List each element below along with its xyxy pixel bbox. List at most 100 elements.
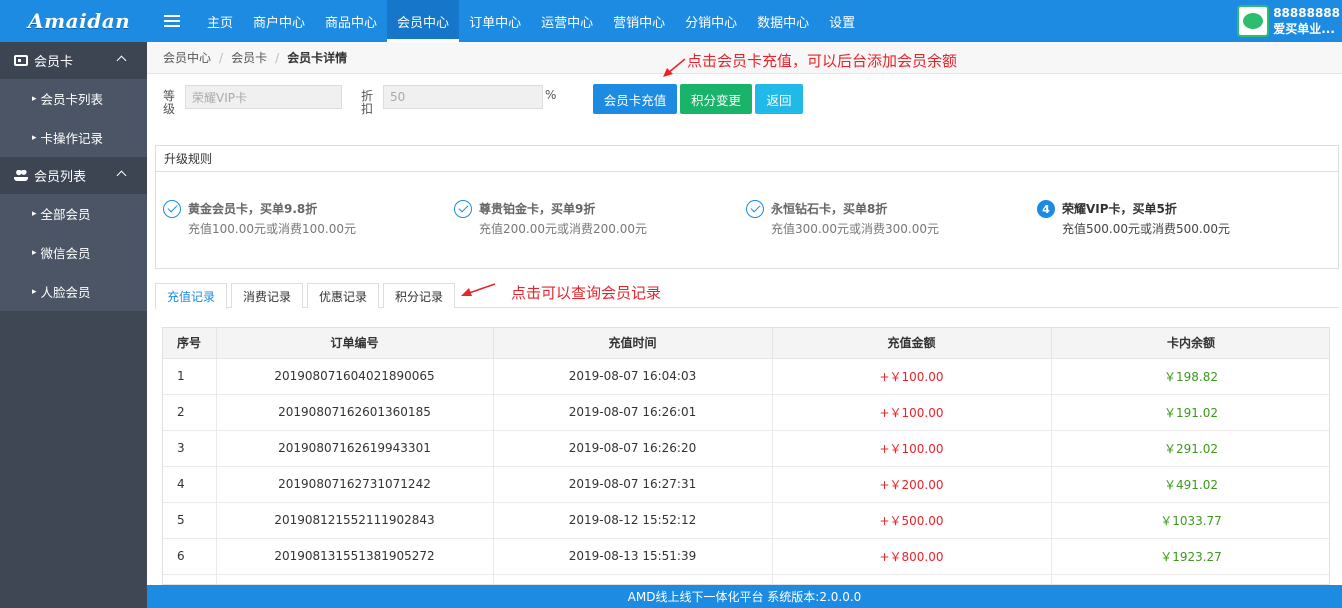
table-row <box>163 574 1329 584</box>
upgrade-step-desc: 充值300.00元或消费300.00元 <box>771 222 939 236</box>
avatar[interactable] <box>1237 5 1270 37</box>
record-tabs: 充值记录 消费记录 优惠记录 积分记录 <box>155 283 1339 309</box>
recharge-hint: 点击会员卡充值，可以后台添加会员余额 <box>687 52 958 70</box>
points-change-button[interactable]: 积分变更 <box>680 84 752 114</box>
tab-0[interactable]: 充值记录 <box>155 283 228 309</box>
users-icon <box>14 170 28 181</box>
table-cell <box>772 574 1052 584</box>
top-navbar: Amaidan 主页 商户中心 商品中心 会员中心 订单中心 运营中心 营销中心 分销中心 数据… <box>0 0 1342 42</box>
recharge-button[interactable]: 会员卡充值 <box>593 84 677 114</box>
level-input[interactable] <box>185 85 342 109</box>
annotation-arrow-icon <box>461 283 496 296</box>
sidebar-item-0-1[interactable]: ▸ 卡操作记录 <box>0 118 147 157</box>
sidebar-group-0[interactable]: 会员卡 <box>0 42 147 79</box>
nav-item-8[interactable]: 数据中心 <box>747 0 819 42</box>
breadcrumb-member-card[interactable]: 会员卡 <box>231 49 267 66</box>
table-cell: ￥291.02 <box>1051 430 1329 467</box>
table-cell: 2019-08-07 16:26:20 <box>493 430 773 467</box>
table-row: 6 201908131551381905272 2019-08-13 15:51:3… <box>163 538 1329 575</box>
tab-1[interactable]: 消费记录 <box>231 283 304 308</box>
table-cell: 201908071604021890065 <box>216 358 494 395</box>
table-row: 3 20190807162619943301 2019-08-07 16:26:20… <box>163 430 1329 467</box>
table-cell <box>493 574 773 584</box>
main-content: 会员中心 / 会员卡 / 会员卡详情 等级 折扣 % 会员卡充值 积分变更 返回… <box>147 42 1342 585</box>
table-cell: 4 <box>163 466 217 503</box>
sidebar-item-label: 卡操作记录 <box>40 131 104 146</box>
discount-label: 折扣 <box>361 89 374 116</box>
caret-right-icon: ▸ <box>32 208 37 219</box>
table-cell: +￥100.00 <box>772 394 1052 431</box>
back-button[interactable]: 返回 <box>755 84 803 114</box>
sidebar: 会员卡 ▸ 会员卡列表 ▸ 卡操作记录 会员列表 ▸ 全部会员 ▸ 微信会员 ▸ 人脸会员 <box>0 42 147 608</box>
check-circle-icon <box>454 200 472 218</box>
upgrade-step-title: 尊贵铂金卡，买单9折 <box>479 202 596 216</box>
upgrade-step-title: 荣耀VIP卡，买单5折 <box>1062 202 1177 216</box>
table-cell: ￥1033.77 <box>1051 502 1329 539</box>
upgrade-step-2: 尊贵铂金卡，买单9折充值200.00元或消费200.00元 <box>454 199 647 239</box>
sidebar-group-label: 会员卡 <box>34 55 74 70</box>
nav-item-9[interactable]: 设置 <box>819 0 865 42</box>
tab-2[interactable]: 优惠记录 <box>307 283 380 308</box>
recharge-records-table: 序号 订单编号 充值时间 充值金额 卡内余额 1 20190807160402189006… <box>162 327 1330 585</box>
nav-item-1[interactable]: 商户中心 <box>243 0 315 42</box>
table-cell: ￥191.02 <box>1051 394 1329 431</box>
nav-item-0[interactable]: 主页 <box>197 0 243 42</box>
table-cell <box>163 574 217 584</box>
user-name: 爱买单业... <box>1273 22 1335 36</box>
table-cell <box>216 574 494 584</box>
sidebar-item-0-0[interactable]: ▸ 会员卡列表 <box>0 79 147 118</box>
column-header: 订单编号 <box>216 328 494 359</box>
upgrade-step-3: 永恒钻石卡，买单8折 充值300.00元或消费300.00元 <box>746 199 939 239</box>
upgrade-step-desc: 充值100.00元或消费100.00元 <box>188 222 356 236</box>
nav-item-6[interactable]: 营销中心 <box>603 0 675 42</box>
sidebar-item-label: 会员卡列表 <box>40 92 104 107</box>
main-nav: 主页 商户中心 商品中心 会员中心 订单中心 运营中心 营销中心 分销中心 数据中心 设置 <box>197 0 865 42</box>
breadcrumb-current: 会员卡详情 <box>287 51 348 65</box>
brand-logo[interactable]: Amaidan <box>0 0 147 42</box>
table-cell: 2019-08-13 15:51:39 <box>493 538 773 575</box>
sidebar-group-1[interactable]: 会员列表 <box>0 157 147 194</box>
table-cell: 2 <box>163 394 217 431</box>
breadcrumb-member-center[interactable]: 会员中心 <box>163 49 211 66</box>
table-cell: 20190807162731071242 <box>216 466 494 503</box>
upgrade-step-desc: 充值500.00元或消费500.00元 <box>1062 222 1230 236</box>
sidebar-item-label: 微信会员 <box>40 246 91 261</box>
user-id: 88888888 <box>1273 6 1340 20</box>
upgrade-step-desc: 充值200.00元或消费200.00元 <box>479 222 647 236</box>
table-cell: 6 <box>163 538 217 575</box>
caret-right-icon: ▸ <box>32 132 37 143</box>
upgrade-step-1: 黄金会员卡，买单9.8折充值100.00元或消费100.00元 <box>163 199 356 239</box>
upgrade-step-title: 黄金会员卡，买单9.8折 <box>188 202 318 216</box>
sidebar-item-1-0[interactable]: ▸ 全部会员 <box>0 194 147 233</box>
table-cell: +￥800.00 <box>772 538 1052 575</box>
nav-item-5[interactable]: 运营中心 <box>531 0 603 42</box>
discount-input[interactable] <box>383 85 543 109</box>
check-circle-icon <box>163 200 181 218</box>
tab-3[interactable]: 积分记录 <box>383 283 456 308</box>
column-header: 充值金额 <box>772 328 1052 359</box>
table-row: 1 201908071604021890065 2019-08-07 16:04:0… <box>163 358 1329 395</box>
table-cell: 3 <box>163 430 217 467</box>
table-cell: 201908121552111902843 <box>216 502 494 539</box>
nav-item-2[interactable]: 商品中心 <box>315 0 387 42</box>
table-cell: 2019-08-07 16:26:01 <box>493 394 773 431</box>
sidebar-item-1-1[interactable]: ▸ 微信会员 <box>0 233 147 272</box>
upgrade-rules-panel: 升级规则 黄金会员卡，买单9.8折 充值100.00元或消费100.00元 尊贵铂金… <box>155 145 1339 269</box>
table-cell: 20190807162619943301 <box>216 430 494 467</box>
caret-right-icon: ▸ <box>32 247 37 258</box>
nav-item-3[interactable]: 会员中心 <box>387 0 460 42</box>
nav-item-4[interactable]: 订单中心 <box>459 0 531 42</box>
table-cell: 201908131551381905272 <box>216 538 494 575</box>
upgrade-step-4: 4 荣耀VIP卡，买单5折充值500.00元或消费500.00元 <box>1037 199 1230 239</box>
level-label: 等级 <box>163 89 176 116</box>
user-menu[interactable]: 88888888 爱买单业... <box>1237 0 1342 42</box>
step-number-icon: 4 <box>1037 200 1055 218</box>
table-cell: +￥100.00 <box>772 358 1052 395</box>
card-icon <box>14 55 28 66</box>
nav-item-7[interactable]: 分销中心 <box>675 0 747 42</box>
footer: AMD线上线下一体化平台 系统版本:2.0.0.0 <box>147 585 1342 608</box>
sidebar-item-1-2[interactable]: ▸ 人脸会员 <box>0 272 147 311</box>
menu-toggle-icon[interactable] <box>147 0 197 42</box>
table-cell: 2019-08-07 16:27:31 <box>493 466 773 503</box>
annotation-arrow-icon <box>663 58 686 77</box>
